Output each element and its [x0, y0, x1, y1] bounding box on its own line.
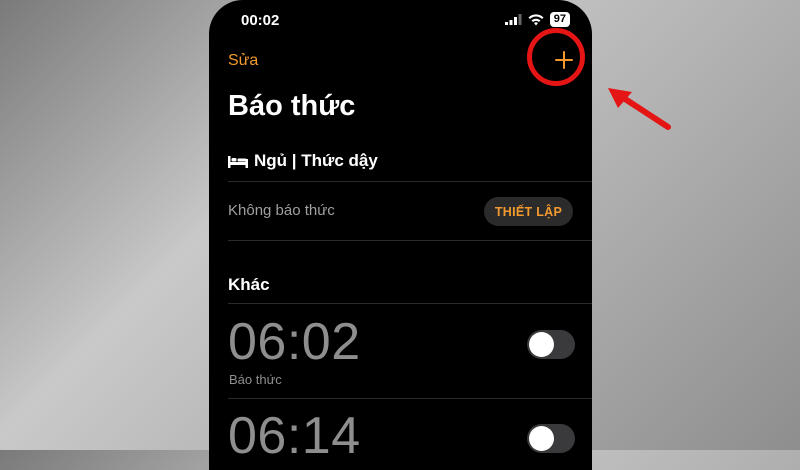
arrow-annotation	[608, 88, 671, 130]
sleep-alarm-status: Không báo thức	[228, 202, 335, 219]
sleep-wake-label: Ngủ | Thức dậy	[254, 151, 378, 170]
battery-icon: 97	[549, 12, 570, 27]
status-bar: 00:02 97	[209, 0, 592, 40]
alarm-toggle[interactable]	[527, 424, 575, 453]
highlight-circle-annotation	[527, 28, 585, 86]
alarm-time: 06:02	[228, 313, 361, 371]
page-title: Báo thức	[228, 90, 356, 122]
status-icons: 97	[504, 12, 570, 27]
divider	[228, 240, 592, 241]
status-time: 00:02	[241, 12, 280, 29]
signal-icon	[504, 14, 522, 25]
alarm-label: Báo thức	[229, 372, 282, 387]
edit-button[interactable]: Sửa	[228, 52, 258, 70]
divider	[228, 181, 592, 182]
setup-button[interactable]: THIẾT LẬP	[484, 197, 573, 226]
sleep-wake-header: Ngủ | Thức dậy	[228, 151, 378, 171]
bed-icon	[228, 156, 248, 168]
toggle-knob	[529, 332, 554, 357]
alarm-toggle[interactable]	[527, 330, 575, 359]
wifi-icon	[528, 13, 544, 25]
section-header-other: Khác	[228, 275, 270, 294]
alarm-time: 06:14	[228, 407, 361, 465]
divider	[228, 303, 592, 304]
toggle-knob	[529, 426, 554, 451]
divider	[228, 398, 592, 399]
